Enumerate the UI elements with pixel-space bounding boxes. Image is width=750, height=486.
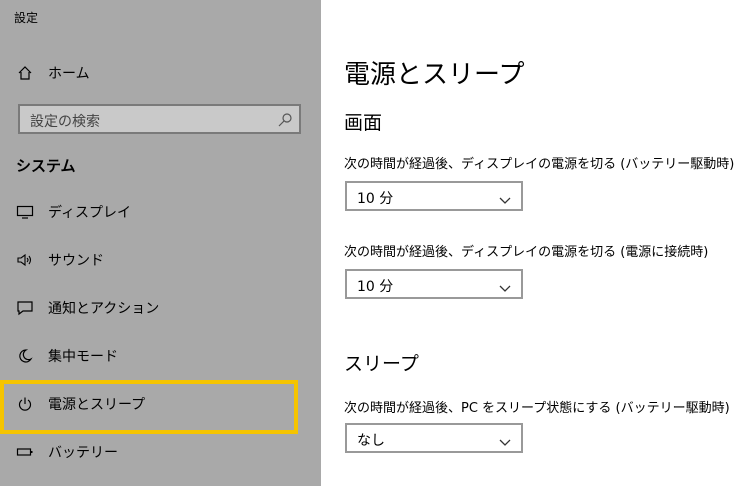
sidebar-item-notifications[interactable]: 通知とアクション (0, 284, 321, 332)
sidebar-item-label: ディスプレイ (48, 205, 132, 221)
screen-battery-label: 次の時間が経過後、ディスプレイの電源を切る (バッテリー駆動時) (344, 157, 735, 172)
moon-icon (16, 347, 34, 365)
sidebar-item-battery[interactable]: バッテリー (0, 428, 321, 476)
monitor-icon (16, 203, 34, 221)
sleep-heading: スリープ (344, 353, 419, 375)
sidebar: 設定 ホーム 設定の検索 システム ディスプレイ サウンド 通知とアクション 集… (0, 0, 321, 486)
dropdown-value: 10 分 (357, 191, 394, 207)
settings-window: 設定 ホーム 設定の検索 システム ディスプレイ サウンド 通知とアクション 集… (0, 0, 750, 486)
search-placeholder: 設定の検索 (30, 114, 100, 130)
section-heading: システム (16, 157, 76, 175)
sidebar-item-power-sleep[interactable]: 電源とスリープ (0, 380, 321, 428)
dropdown-value: なし (357, 433, 385, 449)
search-icon[interactable] (277, 112, 293, 128)
power-icon (16, 395, 34, 413)
sleep-battery-label: 次の時間が経過後、PC をスリープ状態にする (バッテリー駆動時) (344, 401, 730, 416)
screen-plugged-dropdown[interactable]: 10 分 (345, 269, 523, 299)
sidebar-item-sound[interactable]: サウンド (0, 236, 321, 284)
sidebar-item-home[interactable]: ホーム (0, 49, 321, 97)
notification-icon (16, 299, 34, 317)
speaker-icon (16, 251, 34, 269)
screen-heading: 画面 (344, 112, 383, 134)
sidebar-item-label: 電源とスリープ (48, 397, 146, 413)
sidebar-item-display[interactable]: ディスプレイ (0, 188, 321, 236)
window-title: 設定 (14, 11, 39, 25)
sidebar-item-label: ホーム (48, 66, 90, 82)
chevron-down-icon (499, 279, 511, 292)
page-title: 電源とスリープ (344, 60, 525, 90)
chevron-down-icon (499, 433, 511, 446)
battery-icon (16, 443, 34, 461)
main-content: 電源とスリープ 画面 次の時間が経過後、ディスプレイの電源を切る (バッテリー駆… (321, 0, 750, 486)
home-icon (16, 64, 34, 82)
sidebar-item-label: 通知とアクション (48, 301, 160, 317)
screen-battery-dropdown[interactable]: 10 分 (345, 181, 523, 211)
search-input[interactable]: 設定の検索 (18, 104, 301, 134)
sidebar-item-label: サウンド (48, 253, 104, 269)
sidebar-item-label: バッテリー (48, 445, 118, 461)
chevron-down-icon (499, 191, 511, 204)
screen-plugged-label: 次の時間が経過後、ディスプレイの電源を切る (電源に接続時) (344, 245, 709, 260)
sidebar-item-focus-assist[interactable]: 集中モード (0, 332, 321, 380)
dropdown-value: 10 分 (357, 279, 394, 295)
sidebar-item-label: 集中モード (48, 349, 118, 365)
sleep-battery-dropdown[interactable]: なし (345, 423, 523, 453)
